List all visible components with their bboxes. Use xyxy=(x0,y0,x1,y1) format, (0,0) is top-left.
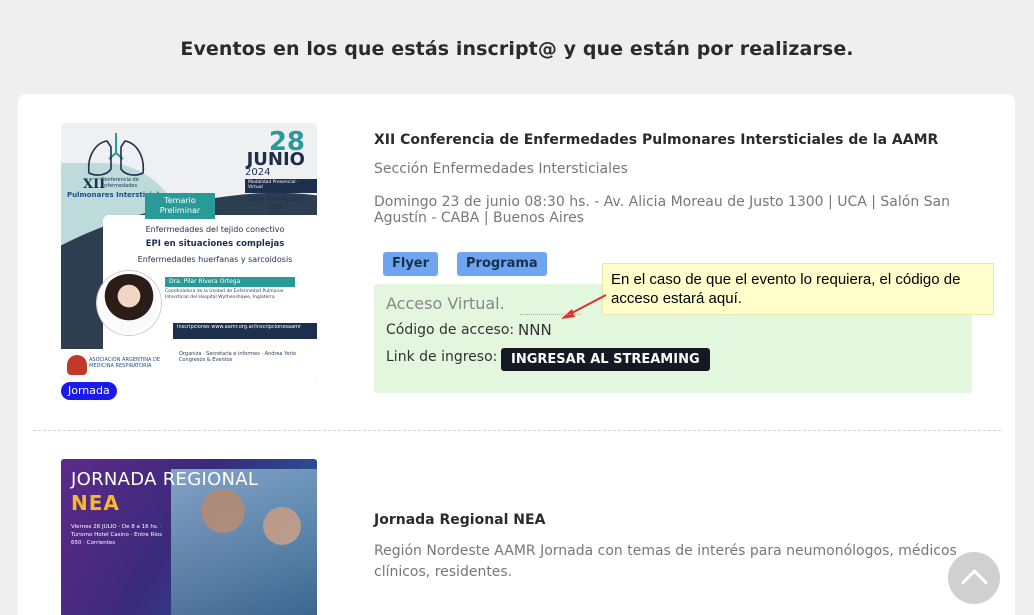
poster-modalidad: Modalidad Presencial - Virtual xyxy=(245,179,317,193)
stream-button[interactable]: INGRESAR AL STREAMING xyxy=(501,348,710,371)
speaker-avatar xyxy=(97,271,161,335)
aamr-logo-icon xyxy=(67,355,87,375)
event-divider xyxy=(33,430,1001,431)
red-arrow-icon xyxy=(561,294,607,319)
event-title: XII Conferencia de Enfermedades Pulmonar… xyxy=(374,132,939,148)
poster-org-name: ASOCIACIÓN ARGENTINA DE MEDICINA RESPIRA… xyxy=(89,357,161,369)
access-code-value: NNN xyxy=(518,321,552,339)
access-link-label: Link de ingreso: xyxy=(386,349,498,365)
event-date-location: Domingo 23 de junio 08:30 hs. - Av. Alic… xyxy=(374,194,951,226)
poster-speaker: Dra. Pilar Rivera Ortega xyxy=(165,277,295,287)
event-section: Región Nordeste AAMR Jornada con temas d… xyxy=(374,543,957,580)
access-title: Acceso Virtual. xyxy=(386,294,505,313)
event-poster-nea[interactable]: JORNADA REGIONAL NEA Viernes 26 JULIO · … xyxy=(61,459,317,615)
event-title: Jornada Regional NEA xyxy=(374,512,546,528)
poster-year: 2024 xyxy=(245,167,271,178)
poster-nea-info: Viernes 26 JULIO · De 8 a 16 hs. · Turis… xyxy=(71,524,163,546)
flyer-button[interactable]: Flyer xyxy=(383,252,439,276)
page-heading: Eventos en los que estás inscript@ y que… xyxy=(180,38,854,60)
event-section: Sección Enfermedades Intersticiales xyxy=(374,161,628,177)
poster-nea-line1: JORNADA REGIONAL xyxy=(71,469,259,490)
poster-topic-2: EPI en situaciones complejas xyxy=(145,239,285,249)
event-poster-conferencia[interactable]: XII Conferencia de Enfermedades Pulmonar… xyxy=(61,123,317,379)
chevron-up-icon[interactable] xyxy=(948,552,1000,604)
event-type-badge: Jornada xyxy=(61,382,117,400)
doctors-image xyxy=(171,469,317,615)
poster-speaker-desc: Coordinadora de la Unidad de Enfermedad … xyxy=(165,289,284,300)
annotation-note: En el caso de que el evento lo requiera,… xyxy=(602,263,994,315)
poster-salon: Salón San Agustín UCA xyxy=(246,195,306,211)
poster-inscripciones: Inscripciones www.aamr.org.ar/inscripcio… xyxy=(173,323,317,339)
arrow-dotted-guide xyxy=(520,314,580,315)
poster-xii-sub: Conferencia de Enfermedades xyxy=(101,177,139,189)
poster-topic-3: Enfermedades huerfanas y sarcoidosis xyxy=(137,255,293,264)
lungs-icon xyxy=(87,133,145,176)
poster-temario: Temario Preliminar xyxy=(145,193,215,219)
programa-button[interactable]: Programa xyxy=(457,252,547,276)
poster-topic-1: Enfermedades del tejido conectivo xyxy=(145,225,285,234)
poster-org-block: Organiza · Secretaría e informes · Andre… xyxy=(179,351,297,363)
access-code-label: Código de acceso: xyxy=(386,322,515,338)
poster-nea-line2: NEA xyxy=(71,491,120,515)
